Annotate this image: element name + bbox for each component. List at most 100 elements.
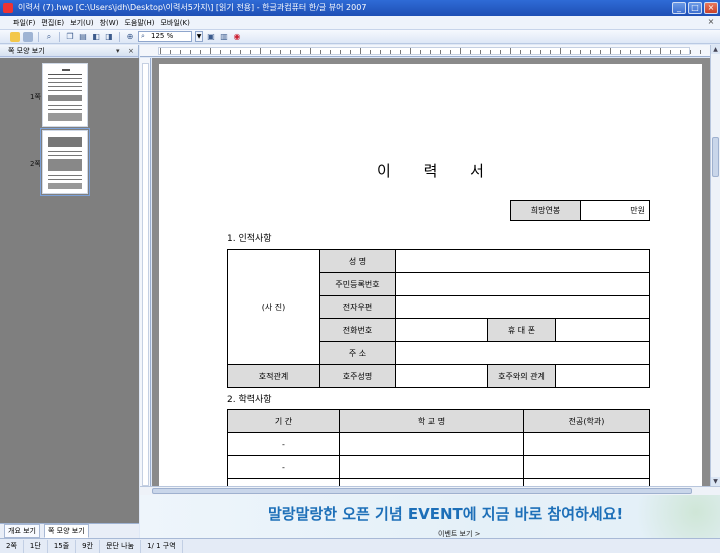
ruler-tick xyxy=(250,50,251,54)
menu-window[interactable]: 창(W) xyxy=(97,16,122,30)
zoom-in-icon[interactable]: ⊕ xyxy=(125,32,135,42)
tab-page-view[interactable]: 쪽 모양 보기 xyxy=(44,524,89,538)
ruler-tick xyxy=(620,50,621,54)
horizontal-ruler xyxy=(140,45,710,57)
email-value xyxy=(395,295,650,319)
toolbar: ⌕ ❐ ▤ ◧ ◨ ⊕ ⌕ 125 % ▼ ▣ ▥ ◉ xyxy=(0,30,720,44)
menu-view[interactable]: 보기(U) xyxy=(67,16,96,30)
panel-tabs: 개요 보기 쪽 모양 보기 xyxy=(0,523,139,538)
page-prev-icon[interactable]: ◧ xyxy=(91,32,101,42)
edu-major-cell xyxy=(523,432,650,456)
vertical-scrollbar[interactable]: ▲ ▼ xyxy=(710,45,720,486)
zoom-dropdown-button[interactable]: ▼ xyxy=(195,31,203,42)
scroll-down-icon[interactable]: ▼ xyxy=(711,477,720,486)
window-title: 이력서 (7).hwp [C:\Users\jdh\Desktop\이력서5가지… xyxy=(18,3,367,12)
ruler-tick xyxy=(210,48,211,54)
status-paragraph: 문단 나눔 xyxy=(100,539,142,553)
banner-text-em: EVENT xyxy=(407,505,463,523)
page-thumbnail-1[interactable] xyxy=(42,63,88,127)
page-label-2: 2쪽 xyxy=(30,160,41,168)
panel-dropdown-icon[interactable]: ▾ xyxy=(116,45,120,57)
close-button[interactable]: × xyxy=(704,2,718,14)
tab-outline-view[interactable]: 개요 보기 xyxy=(4,524,40,538)
ruler-tick xyxy=(460,48,461,54)
promo-banner[interactable]: 말랑말랑한 오픈 기념 EVENT에 지금 바로 참여하세요! 이벤트 보기 > xyxy=(140,495,720,538)
menu-mobile[interactable]: 모바일(K) xyxy=(157,16,192,30)
open-icon[interactable] xyxy=(10,31,20,42)
ruler-tick xyxy=(180,50,181,54)
ruler-tick xyxy=(300,50,301,54)
rrn-label: 주민등록번호 xyxy=(319,272,396,296)
scroll-up-icon[interactable]: ▲ xyxy=(711,45,720,54)
salary-unit: 만원 xyxy=(580,200,650,221)
horizontal-scroll-thumb[interactable] xyxy=(152,488,692,494)
page-next-icon[interactable]: ◨ xyxy=(104,32,114,42)
page-thumbnail-2[interactable] xyxy=(40,128,90,196)
ruler-tick xyxy=(520,50,521,54)
edu-header-major: 전공(학과) xyxy=(523,409,650,433)
address-label: 주 소 xyxy=(319,341,396,365)
status-section: 1/ 1 구역 xyxy=(141,539,183,553)
document-page: 이 력 서 희망연봉 만원 1. 인적사항 (사 진) 성 명 주민등록번호 전… xyxy=(159,64,702,486)
ruler-tick xyxy=(440,50,441,54)
personal-info-table: (사 진) 성 명 주민등록번호 전자우편 전화번호 휴 대 폰 주 소 호적관… xyxy=(227,249,650,388)
head-relation-value xyxy=(555,364,650,388)
family-relation-label: 호적관계 xyxy=(227,364,320,388)
zoom-value: 125 % xyxy=(151,32,174,40)
section-personal-heading: 1. 인적사항 xyxy=(227,234,272,244)
head-relation-label: 호주와의 관계 xyxy=(487,364,556,388)
menu-help[interactable]: 도움말(H) xyxy=(121,16,157,30)
vertical-scroll-thumb[interactable] xyxy=(712,137,719,177)
pdf-icon[interactable]: ◉ xyxy=(232,32,242,42)
mobile-value xyxy=(555,318,650,342)
ruler-tick xyxy=(700,50,701,54)
name-value xyxy=(395,249,650,273)
edu-school-cell xyxy=(339,478,524,486)
toolbar-separator xyxy=(59,31,60,42)
print-icon[interactable] xyxy=(23,31,33,42)
phone-value xyxy=(395,318,488,342)
thumbnail-list: 1쪽 2쪽 xyxy=(0,58,139,523)
copy-icon[interactable]: ❐ xyxy=(65,32,75,42)
panel-close-icon[interactable]: × xyxy=(128,45,134,57)
page-view-icon[interactable]: ▤ xyxy=(78,32,88,42)
ruler-tick xyxy=(160,48,161,54)
ruler-tick xyxy=(230,50,231,54)
ruler-tick xyxy=(590,50,591,54)
ruler-tick xyxy=(570,50,571,54)
toolbar-separator xyxy=(119,31,120,42)
panel-header: 쪽 모양 보기 ▾ × xyxy=(0,45,138,57)
document-title: 이 력 서 xyxy=(377,162,498,180)
head-name-value xyxy=(395,364,488,388)
zoom-input[interactable]: ⌕ 125 % xyxy=(138,31,192,42)
status-column: 1단 xyxy=(24,539,48,553)
banner-text-after: 에 지금 바로 참여하세요! xyxy=(462,505,624,523)
maximize-button[interactable]: □ xyxy=(688,2,702,14)
ruler-tick xyxy=(220,50,221,54)
ruler-tick xyxy=(650,50,651,54)
ruler-tick xyxy=(600,50,601,54)
banner-headline: 말랑말랑한 오픈 기념 EVENT에 지금 바로 참여하세요! xyxy=(268,503,623,524)
edu-school-cell xyxy=(339,455,524,479)
status-char: 9칸 xyxy=(76,539,101,553)
event-link[interactable]: 이벤트 보기 > xyxy=(438,529,481,538)
minimize-button[interactable]: _ xyxy=(672,2,686,14)
ruler-tick xyxy=(640,50,641,54)
find-icon[interactable]: ⌕ xyxy=(44,32,54,42)
vruler-page-area xyxy=(142,63,149,486)
document-close-button[interactable]: × xyxy=(706,17,716,27)
section-education-heading: 2. 학력사항 xyxy=(227,395,272,405)
ruler-tick xyxy=(580,50,581,54)
ruler-tick xyxy=(410,48,411,54)
ruler-tick xyxy=(670,50,671,54)
toolbar-separator xyxy=(38,31,39,42)
fit-width-icon[interactable]: ▥ xyxy=(219,32,229,42)
rrn-value xyxy=(395,272,650,296)
menu-edit[interactable]: 편집(E) xyxy=(38,16,67,30)
edu-major-cell xyxy=(523,478,650,486)
phone-label: 전화번호 xyxy=(319,318,396,342)
ruler-tick xyxy=(480,50,481,54)
horizontal-scrollbar[interactable] xyxy=(140,486,720,495)
fit-page-icon[interactable]: ▣ xyxy=(206,32,216,42)
menu-file[interactable]: 파일(F) xyxy=(10,16,38,30)
